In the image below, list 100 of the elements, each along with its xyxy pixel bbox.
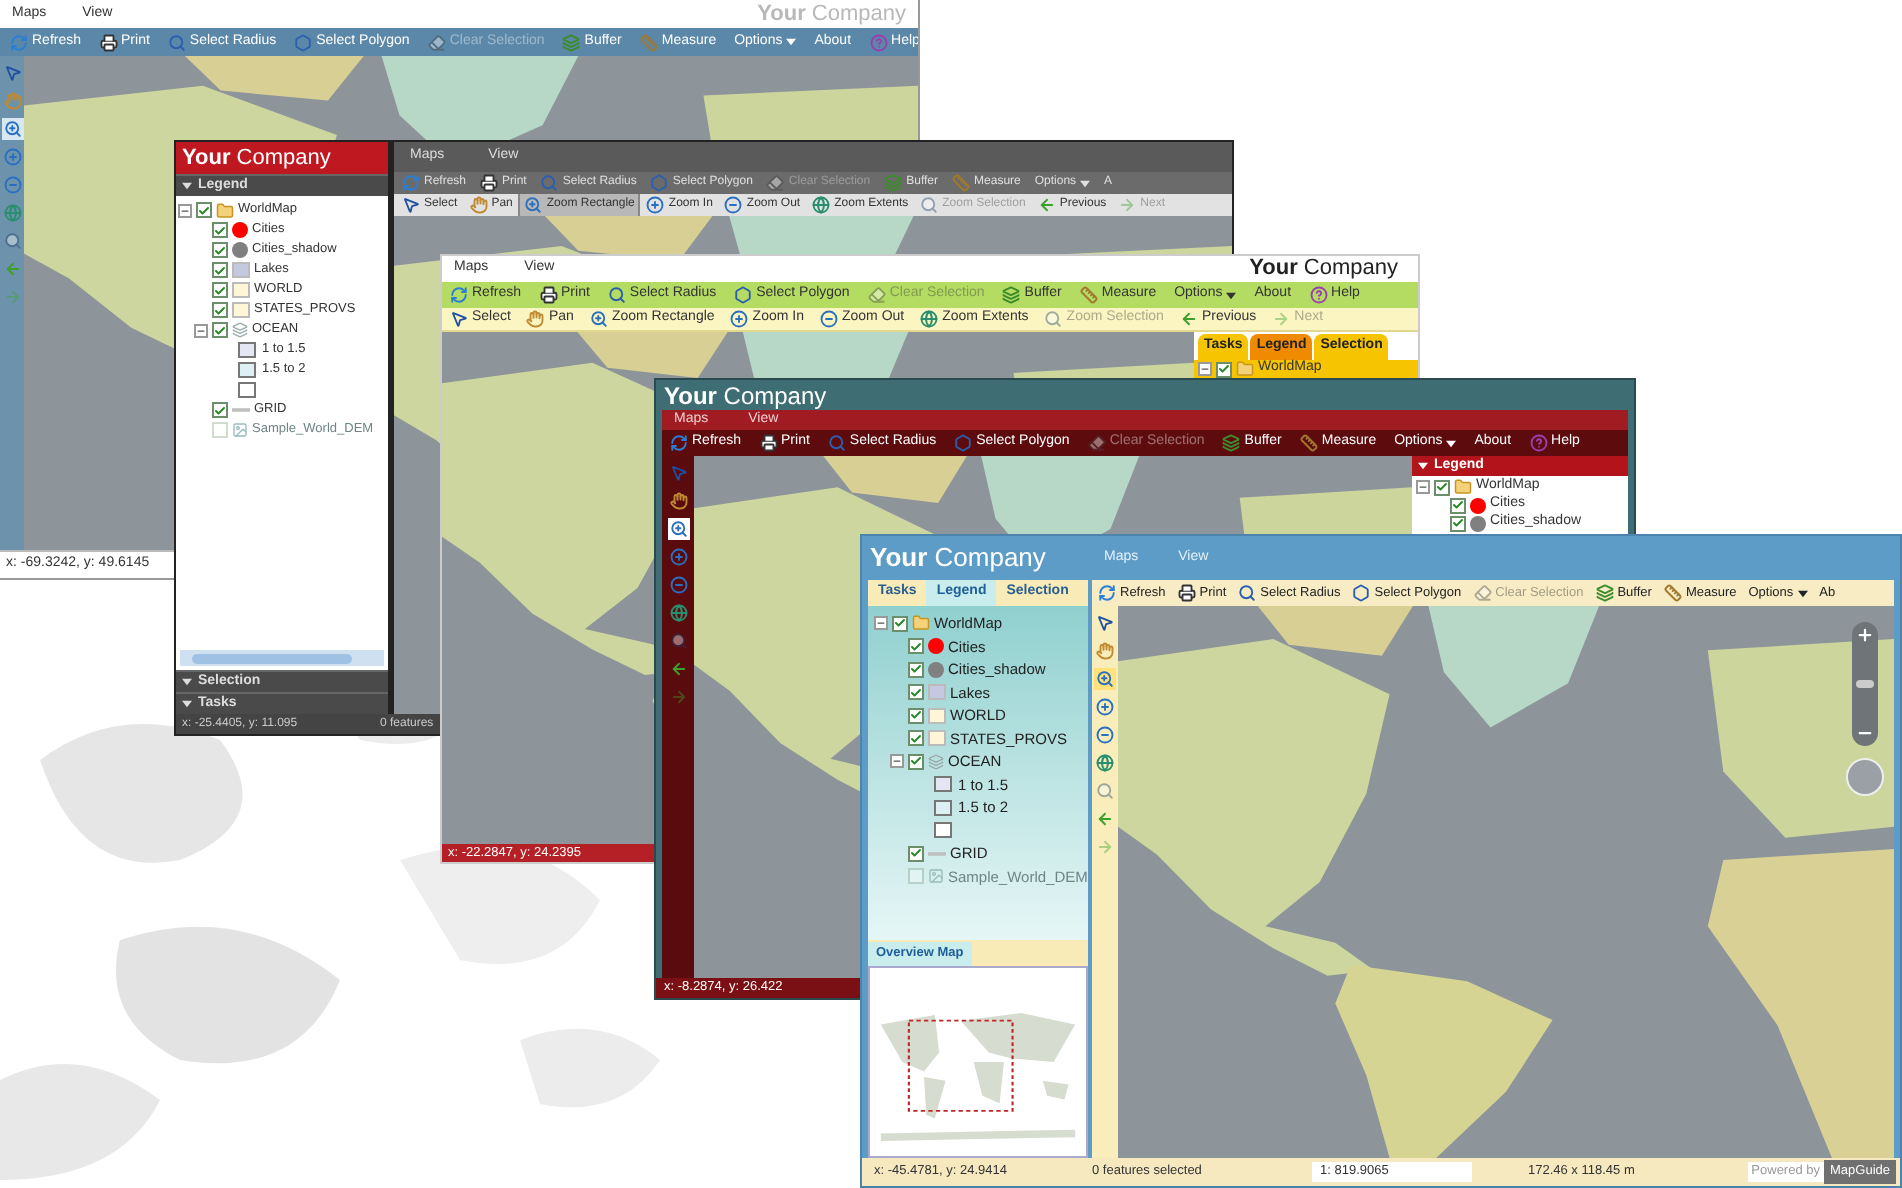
ruler-icon [1079, 286, 1098, 304]
checkbox[interactable] [212, 282, 228, 298]
checkbox[interactable] [212, 242, 228, 258]
checkbox[interactable] [1450, 497, 1466, 513]
eraser-icon [766, 174, 785, 192]
arrow-left-icon [1037, 196, 1056, 214]
refresh-icon [450, 286, 468, 304]
eraser-icon [427, 33, 446, 51]
hand-icon [669, 492, 687, 510]
caret-icon [1080, 179, 1091, 187]
arrow-right-icon [1272, 310, 1291, 328]
magnifier-icon [607, 286, 626, 304]
zoom-rectangle-button[interactable] [667, 518, 689, 540]
slider-thumb[interactable] [1856, 680, 1874, 688]
layers-icon [562, 33, 581, 51]
hexagon-icon [294, 33, 313, 51]
company-logo: Your Company [1249, 254, 1398, 285]
zoom-out-button[interactable] [667, 574, 689, 596]
eraser-icon [1087, 434, 1106, 452]
ruler-icon [1299, 434, 1318, 452]
caret-icon [1797, 589, 1808, 597]
caret-icon [1226, 291, 1237, 299]
magnifier-icon [540, 174, 559, 192]
caret-icon [786, 38, 797, 46]
zoom-in-icon [669, 520, 687, 538]
previous-button[interactable] [667, 658, 689, 680]
checkbox[interactable] [212, 222, 228, 238]
ruler-icon [1663, 584, 1682, 602]
layers-icon [1222, 434, 1241, 452]
hexagon-icon [954, 434, 973, 452]
cursor-icon [402, 196, 420, 214]
magnifier-icon [167, 33, 186, 51]
plus-icon [3, 148, 21, 166]
magnifier-icon [669, 632, 687, 650]
arrow-right-icon [669, 688, 687, 706]
arrow-left-icon [1179, 310, 1198, 328]
globe-icon [812, 196, 831, 214]
checkbox[interactable] [212, 322, 228, 338]
printer-icon [539, 286, 558, 304]
cursor-icon [669, 464, 687, 482]
eraser-icon [867, 286, 886, 304]
zoom-slider[interactable] [1852, 622, 1878, 746]
printer-icon [99, 33, 118, 51]
hand-icon [526, 310, 545, 328]
collapse-icon[interactable] [1198, 362, 1212, 376]
caret-icon [1446, 439, 1457, 447]
folder-icon [216, 201, 234, 219]
arrow-left-icon [669, 660, 687, 678]
image-icon [232, 422, 248, 438]
checkbox[interactable] [1450, 515, 1466, 531]
hand-icon [469, 196, 488, 214]
refresh-icon [10, 33, 28, 51]
zoom-in-icon [589, 310, 608, 328]
ruler-icon [952, 174, 971, 192]
arrow-left-icon [3, 260, 21, 278]
company-logo: Your Company [757, 0, 906, 30]
minus-icon [819, 310, 838, 328]
collapse-icon[interactable] [1416, 480, 1430, 494]
layers-icon [232, 322, 248, 338]
arrow-right-icon [3, 288, 21, 306]
checkbox[interactable] [1216, 361, 1232, 377]
magnifier-icon [827, 434, 846, 452]
layers-icon [1002, 286, 1021, 304]
checkbox[interactable] [212, 302, 228, 318]
globe-icon [3, 204, 21, 222]
eraser-icon [1473, 584, 1492, 602]
printer-icon [480, 174, 499, 192]
company-logo: Your Company [182, 143, 331, 174]
layers-icon [884, 174, 903, 192]
zoom-in-icon [3, 120, 21, 138]
plus-icon [1856, 626, 1874, 644]
triangle-icon [182, 678, 192, 686]
printer-icon [759, 434, 778, 452]
scrollbar[interactable] [180, 650, 384, 666]
pan-button[interactable] [667, 490, 689, 512]
company-logo: Your Company [664, 379, 827, 411]
magnifier-icon [1044, 310, 1063, 328]
magnifier-icon [3, 232, 21, 250]
triangle-icon [1418, 462, 1428, 470]
help-icon [1529, 434, 1548, 452]
checkbox[interactable] [212, 402, 228, 418]
zoom-extents-button[interactable] [667, 602, 689, 624]
help-icon [1309, 286, 1328, 304]
zoom-in-icon [524, 196, 543, 214]
refresh-icon [402, 174, 420, 192]
collapse-icon[interactable] [178, 203, 192, 217]
hexagon-icon [734, 286, 753, 304]
checkbox[interactable] [196, 202, 212, 218]
refresh-icon [670, 434, 688, 452]
triangle-icon [182, 700, 192, 708]
cursor-icon [3, 64, 21, 82]
minus-icon [3, 176, 21, 194]
plus-icon [646, 196, 665, 214]
ruler-icon [639, 33, 658, 51]
plus-icon [669, 548, 687, 566]
plus-icon [730, 310, 749, 328]
checkbox[interactable] [212, 262, 228, 278]
collapse-icon[interactable] [194, 323, 208, 337]
checkbox[interactable] [1434, 479, 1450, 495]
folder-icon [1454, 478, 1472, 496]
